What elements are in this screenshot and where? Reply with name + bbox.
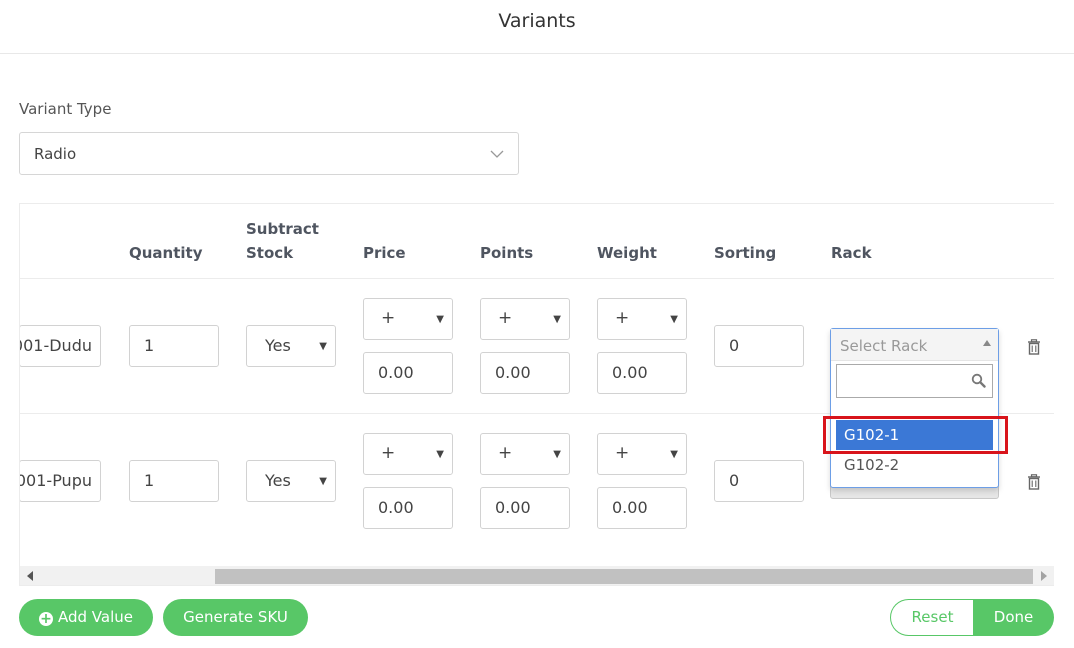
price-input[interactable]: 0.00 xyxy=(363,352,453,394)
search-icon xyxy=(971,373,986,388)
header-price: Price xyxy=(363,244,406,262)
header-weight: Weight xyxy=(597,244,657,262)
plus-circle-icon: + xyxy=(39,611,53,627)
price-input[interactable]: 0.00 xyxy=(363,487,453,529)
points-input[interactable]: 0.00 xyxy=(480,352,570,394)
rack-search-input[interactable] xyxy=(836,364,993,398)
add-value-button[interactable]: + Add Value xyxy=(19,599,153,636)
rack-placeholder: Select Rack xyxy=(840,337,928,355)
row-divider xyxy=(20,278,1054,279)
sku-input[interactable]: 001-Pupu xyxy=(20,460,101,502)
caret-down-icon: ▼ xyxy=(553,314,561,325)
subtract-stock-select[interactable]: Yes ▼ xyxy=(246,460,336,502)
price-sign-select[interactable]: + ▼ xyxy=(363,298,453,340)
variant-type-value: Radio xyxy=(34,145,77,163)
weight-input[interactable]: 0.00 xyxy=(597,352,687,394)
sorting-input[interactable]: 0 xyxy=(714,460,804,502)
scroll-right-arrow-icon[interactable] xyxy=(1041,571,1047,581)
sorting-input[interactable]: 0 xyxy=(714,325,804,367)
caret-up-icon xyxy=(983,340,991,346)
caret-down-icon: ▼ xyxy=(553,449,561,460)
quantity-input[interactable]: 1 xyxy=(129,460,219,502)
points-sign-select[interactable]: + ▼ xyxy=(480,298,570,340)
done-button[interactable]: Done xyxy=(973,599,1054,636)
variant-type-select[interactable]: Radio xyxy=(19,132,519,175)
rack-select-open[interactable]: Select Rack xyxy=(831,329,998,361)
quantity-input[interactable]: 1 xyxy=(129,325,219,367)
caret-down-icon: ▼ xyxy=(319,476,327,487)
header-rack: Rack xyxy=(831,244,872,262)
rack-dropdown[interactable]: Select Rack G102-1 G102-2 xyxy=(830,328,999,488)
horizontal-scrollbar[interactable] xyxy=(20,566,1054,585)
points-sign-select[interactable]: + ▼ xyxy=(480,433,570,475)
header-sorting: Sorting xyxy=(714,244,777,262)
header-points: Points xyxy=(480,244,534,262)
trash-icon[interactable] xyxy=(1027,339,1041,355)
caret-down-icon: ▼ xyxy=(670,449,678,460)
caret-down-icon: ▼ xyxy=(670,314,678,325)
annotation-highlight-box xyxy=(823,416,1008,454)
modal-header: Variants xyxy=(0,0,1074,54)
header-subtract-stock-line1: Subtract xyxy=(246,220,319,238)
sku-input[interactable]: 001-Dudu xyxy=(20,325,101,367)
header-subtract-stock-line2: Stock xyxy=(246,244,294,262)
variant-type-label: Variant Type xyxy=(19,100,112,118)
weight-sign-select[interactable]: + ▼ xyxy=(597,298,687,340)
generate-sku-button[interactable]: Generate SKU xyxy=(163,599,308,636)
caret-down-icon: ▼ xyxy=(436,314,444,325)
weight-sign-select[interactable]: + ▼ xyxy=(597,433,687,475)
caret-down-icon: ▼ xyxy=(319,341,327,352)
chevron-down-icon xyxy=(490,150,504,158)
points-input[interactable]: 0.00 xyxy=(480,487,570,529)
subtract-stock-select[interactable]: Yes ▼ xyxy=(246,325,336,367)
rack-option[interactable]: G102-2 xyxy=(836,450,993,480)
page-title: Variants xyxy=(498,10,576,32)
trash-icon[interactable] xyxy=(1027,474,1041,490)
caret-down-icon: ▼ xyxy=(436,449,444,460)
scroll-left-arrow-icon[interactable] xyxy=(27,571,33,581)
reset-button[interactable]: Reset xyxy=(890,599,974,636)
scrollbar-thumb[interactable] xyxy=(215,569,1033,584)
price-sign-select[interactable]: + ▼ xyxy=(363,433,453,475)
weight-input[interactable]: 0.00 xyxy=(597,487,687,529)
header-quantity: Quantity xyxy=(129,244,203,262)
